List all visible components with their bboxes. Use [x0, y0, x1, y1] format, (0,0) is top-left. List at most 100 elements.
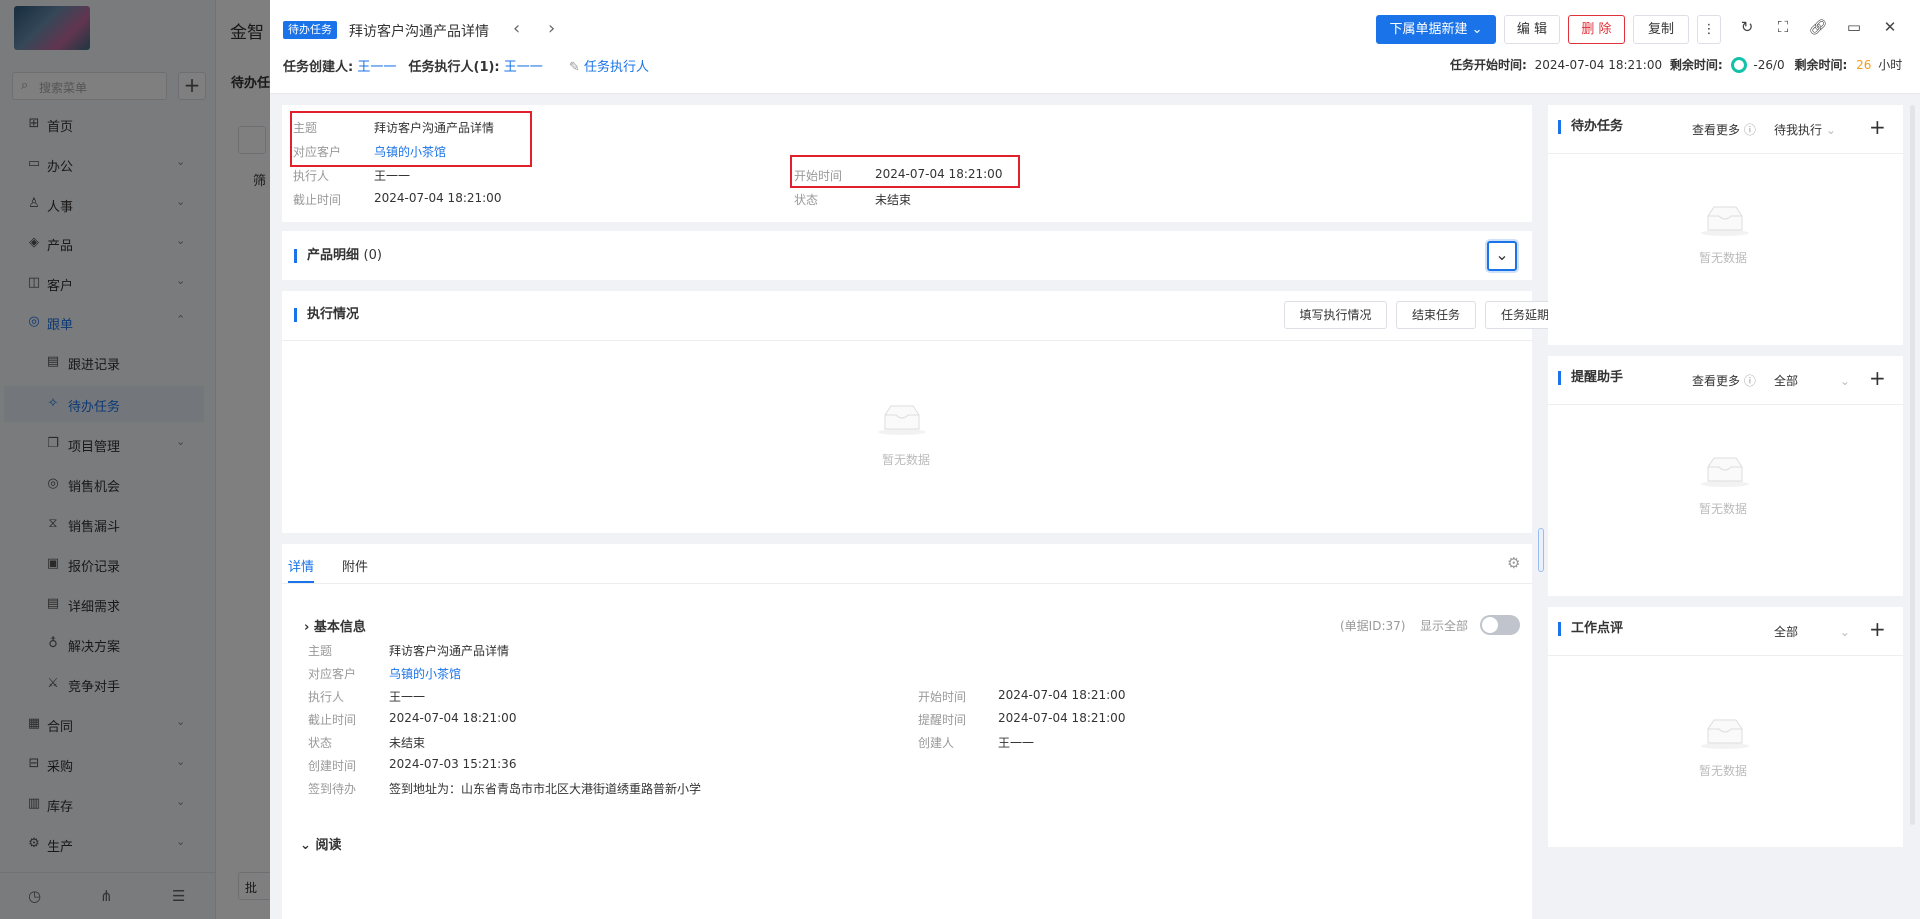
select-value: 待我执行 [1774, 123, 1823, 137]
hours-unit: 小时 [1878, 58, 1903, 72]
select-value: 全部 [1774, 374, 1799, 388]
divider [282, 340, 1532, 341]
end-task-button[interactable]: 结束任务 [1396, 301, 1476, 329]
detail-deadline-value: 2024-07-04 18:21:00 [389, 711, 517, 725]
product-detail-title: 产品明细 (0) [294, 249, 382, 263]
edit-button[interactable]: 编 辑 [1504, 15, 1560, 44]
remaining-ring-icon [1730, 57, 1747, 73]
todo-panel-title: 待办任务 [1558, 120, 1623, 134]
tab-attachment[interactable]: 附件 [342, 556, 368, 575]
product-detail-label: 产品明细 [307, 248, 360, 263]
select-value: 全部 [1774, 625, 1799, 639]
delete-button[interactable]: 删 除 [1568, 15, 1625, 44]
show-all-toggle[interactable] [1480, 615, 1520, 635]
detail-start-value: 2024-07-04 18:21:00 [998, 688, 1126, 702]
double-chevron-down-icon: ⌄ [1495, 245, 1509, 264]
chevron-down-icon: ⌄ [300, 838, 311, 853]
more-options-button[interactable]: ⋮ [1697, 15, 1721, 44]
detail-start-label: 开始时间 [918, 690, 967, 704]
info-icon: ⓘ [1743, 123, 1756, 137]
divider [1548, 404, 1903, 405]
reminder-panel-title: 提醒助手 [1558, 371, 1623, 385]
link-icon[interactable]: 🔗︎ [1808, 18, 1828, 36]
fullscreen-icon[interactable]: ⛶ [1773, 18, 1793, 36]
detail-creator-value: 王一一 [998, 736, 1035, 750]
chevron-down-icon: ⌄ [1839, 374, 1850, 388]
drawer-title: 拜访客户沟通产品详情 [349, 24, 489, 40]
executor-link-label: 任务执行人 [583, 60, 649, 75]
remaining-hours: 26 [1856, 58, 1872, 72]
task-type-tag: 待办任务 [283, 21, 337, 39]
detail-checkin-label: 签到待办 [308, 782, 357, 796]
window-icon[interactable]: ▭ [1844, 18, 1864, 36]
add-icon[interactable]: + [1869, 115, 1886, 139]
detail-status-label: 状态 [308, 736, 333, 750]
review-filter-select[interactable]: 全部 ⌄ [1774, 623, 1850, 640]
chevron-down-icon: ⌄ [1825, 123, 1836, 137]
empty-box-icon [878, 405, 926, 435]
add-icon[interactable]: + [1869, 366, 1886, 390]
empty-box-icon [1701, 206, 1749, 236]
detail-customer-label: 对应客户 [308, 667, 357, 681]
detail-remind-value: 2024-07-04 18:21:00 [998, 711, 1126, 725]
detail-status-value: 未结束 [389, 736, 426, 750]
execution-title: 执行情况 [294, 308, 359, 322]
executor-link[interactable]: ✎ 任务执行人 [569, 60, 649, 75]
remaining-label: 剩余时间: [1669, 58, 1723, 72]
expand-chevrons-button[interactable]: ⌄ [1487, 241, 1517, 271]
review-panel-title: 工作点评 [1558, 622, 1623, 636]
copy-button[interactable]: 复制 [1633, 15, 1689, 44]
reminder-panel: 提醒助手 查看更多 ⓘ 全部 ⌄ + 暂无数据 [1548, 356, 1903, 596]
close-icon[interactable]: ✕ [1880, 18, 1900, 36]
todo-view-more-link[interactable]: 查看更多 ⓘ [1692, 121, 1756, 138]
chevron-down-icon: ⌄ [1839, 625, 1850, 639]
chevron-down-icon: ⌄ [1471, 22, 1483, 37]
creator-value[interactable]: 王一一 [357, 60, 396, 75]
executor-value[interactable]: 王一一 [504, 60, 543, 75]
next-record-icon[interactable]: › [548, 18, 555, 39]
start-time-label: 任务开始时间: [1450, 58, 1527, 72]
detail-created-value: 2024-07-03 15:21:36 [389, 757, 517, 771]
review-panel: 工作点评 全部 ⌄ + 暂无数据 [1548, 607, 1903, 847]
scrollbar[interactable] [1910, 105, 1915, 825]
detail-created-label: 创建时间 [308, 759, 357, 773]
detail-creator-label: 创建人 [918, 736, 955, 750]
basic-info-header[interactable]: › 基本信息 [304, 616, 366, 635]
execution-card: 执行情况 填写执行情况 结束任务 任务延期 暂无数据 [282, 291, 1565, 533]
read-section-header[interactable]: ⌄ 阅读 [300, 834, 341, 853]
executor-label: 任务执行人(1): [408, 60, 500, 75]
review-empty-text: 暂无数据 [1699, 764, 1748, 778]
side-collapse-handle[interactable] [1538, 528, 1544, 572]
detail-customer-link[interactable]: 乌镇的小茶馆 [389, 665, 461, 682]
info-icon: ⓘ [1743, 374, 1756, 388]
fill-execution-button[interactable]: 填写执行情况 [1284, 301, 1387, 329]
detail-deadline-label: 截止时间 [308, 713, 357, 727]
empty-box-icon [1701, 457, 1749, 487]
more-vertical-icon: ⋮ [1702, 22, 1716, 37]
create-sub-doc-button[interactable]: 下属单据新建 ⌄ [1376, 15, 1496, 44]
prev-record-icon[interactable]: ‹ [513, 18, 520, 39]
todo-filter-select[interactable]: 待我执行 ⌄ [1774, 121, 1836, 138]
tab-detail[interactable]: 详情 [288, 556, 314, 575]
product-detail-card[interactable]: 产品明细 (0) ⌄ [282, 231, 1532, 280]
reminder-filter-select[interactable]: 全部 ⌄ [1774, 372, 1850, 389]
divider [1548, 153, 1903, 154]
create-sub-doc-label: 下属单据新建 [1389, 22, 1468, 37]
detail-executor-label: 执行人 [308, 690, 345, 704]
edit-icon: ✎ [568, 60, 580, 75]
add-icon[interactable]: + [1869, 617, 1886, 641]
creator-label: 任务创建人: [283, 60, 354, 75]
basic-info-title: 基本信息 [313, 620, 366, 635]
settings-gear-icon[interactable]: ⚙ [1507, 554, 1520, 572]
executor-label: 执行人 [293, 169, 330, 183]
reminder-view-more-link[interactable]: 查看更多 ⓘ [1692, 372, 1756, 389]
refresh-icon[interactable]: ↻ [1737, 18, 1757, 36]
divider [282, 583, 1532, 584]
execution-empty-text: 暂无数据 [882, 453, 931, 467]
executor-value: 王一一 [374, 169, 411, 183]
deadline-label: 截止时间 [293, 193, 342, 207]
view-more-label: 查看更多 [1692, 123, 1741, 137]
empty-box-icon [1701, 719, 1749, 749]
start-time-value: 2024-07-04 18:21:00 [1534, 58, 1663, 72]
divider [1548, 655, 1903, 656]
